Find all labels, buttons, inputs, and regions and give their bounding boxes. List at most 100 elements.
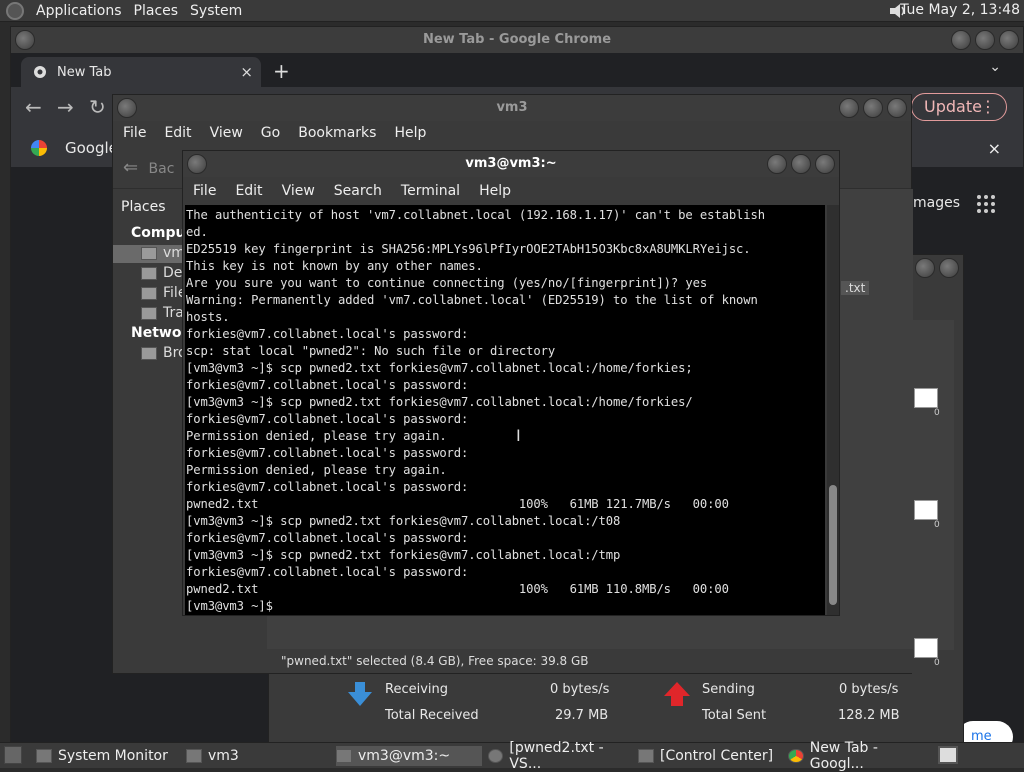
menu-view[interactable]: View [282, 183, 315, 199]
desktop-folder-icon [141, 266, 157, 280]
chrome-icon [34, 66, 46, 78]
more-menu-icon[interactable]: ⋮ [980, 94, 996, 120]
taskbar-chrome[interactable]: New Tab - Googl... [788, 740, 934, 772]
window-menu-icon[interactable] [187, 154, 207, 174]
close-button[interactable] [887, 98, 907, 118]
clock[interactable]: Tue May 2, 13:48 [900, 2, 1020, 18]
receiving-label: Receiving [385, 682, 449, 697]
maximize-button[interactable] [975, 30, 995, 50]
taskbar-terminal[interactable]: vm3@vm3:~ [336, 746, 482, 766]
terminal-line: forkies@vm7.collabnet.local's password: [186, 378, 469, 392]
update-button[interactable]: Update ⋮ [911, 93, 1007, 121]
close-button[interactable] [999, 30, 1019, 50]
menu-search[interactable]: Search [334, 183, 382, 199]
minimize-button[interactable] [839, 98, 859, 118]
receiving-arrow-icon [348, 682, 372, 706]
total-received-value: 29.7 MB [555, 708, 609, 723]
menu-go[interactable]: Go [261, 125, 280, 141]
gnome-menu-icon[interactable] [6, 1, 24, 20]
taskbar-control-center[interactable]: [Control Center] [638, 746, 784, 766]
terminal-line: The authenticity of host 'vm7.collabnet.… [186, 208, 766, 222]
sidebar-header[interactable]: Places [121, 199, 166, 215]
bookmark-close-icon[interactable]: × [988, 139, 1001, 158]
menu-bookmarks[interactable]: Bookmarks [298, 125, 376, 141]
sysmon-window-controls [915, 258, 959, 278]
control-center-icon [638, 749, 654, 763]
minimize-button[interactable] [767, 154, 787, 174]
back-button[interactable]: ⇐ Bac [123, 157, 174, 178]
sending-label: Sending [702, 682, 755, 697]
terminal-prompt: [vm3@vm3 ~]$ [186, 599, 281, 613]
task-label: [Control Center] [660, 748, 774, 764]
text-cursor-icon: I [516, 426, 521, 445]
new-tab-button[interactable]: + [273, 59, 290, 83]
taskbar-system-monitor[interactable]: System Monitor [36, 746, 176, 766]
menu-file[interactable]: File [123, 125, 146, 141]
home-folder-icon [141, 246, 157, 260]
maximize-button[interactable] [939, 258, 959, 278]
tab-close-icon[interactable]: × [240, 63, 253, 81]
vscode-icon [488, 749, 504, 763]
menu-terminal[interactable]: Terminal [401, 183, 460, 199]
menu-edit[interactable]: Edit [235, 183, 262, 199]
tab-search-button[interactable]: ⌄ [989, 59, 1001, 75]
mini-graph [914, 388, 938, 408]
window-menu-icon[interactable] [15, 30, 35, 50]
terminal-output[interactable]: The authenticity of host 'vm7.collabnet.… [185, 205, 825, 615]
applications-menu[interactable]: Applications [36, 3, 122, 19]
reload-icon[interactable]: ↻ [89, 95, 106, 119]
close-button[interactable] [815, 154, 835, 174]
terminal-line: Permission denied, please try again. [186, 463, 447, 477]
taskbar-vscode[interactable]: [pwned2.txt - VS... [488, 740, 634, 772]
mini-graph [914, 500, 938, 520]
graph-zero-label: 0 [934, 658, 940, 668]
menu-help[interactable]: Help [394, 125, 426, 141]
sidebar-item-filesystem[interactable]: File [141, 285, 186, 301]
term-window-controls [767, 154, 835, 174]
chrome-titlebar[interactable]: New Tab - Google Chrome [11, 27, 1023, 53]
menu-view[interactable]: View [210, 125, 243, 141]
images-link[interactable]: mages [913, 195, 960, 211]
forward-arrow-icon[interactable]: → [57, 95, 74, 119]
menu-edit[interactable]: Edit [164, 125, 191, 141]
menu-file[interactable]: File [193, 183, 216, 199]
taskbar-file-manager[interactable]: vm3 [186, 746, 326, 766]
system-menu[interactable]: System [190, 3, 242, 19]
places-menu[interactable]: Places [134, 3, 179, 19]
update-label: Update [924, 97, 982, 116]
terminal-titlebar[interactable]: vm3@vm3:~ [183, 151, 839, 177]
sending-value: 0 bytes/s [839, 682, 899, 697]
window-menu-icon[interactable] [117, 98, 137, 118]
show-desktop-icon[interactable] [4, 746, 22, 764]
file-label[interactable]: .txt [841, 281, 870, 295]
sidebar-item-browse-network[interactable]: Bro [141, 345, 187, 361]
menu-help[interactable]: Help [479, 183, 511, 199]
network-icon [141, 346, 157, 360]
fm-window-menu [117, 98, 137, 118]
minimize-button[interactable] [915, 258, 935, 278]
maximize-button[interactable] [791, 154, 811, 174]
chrome-icon [788, 749, 804, 763]
task-label: System Monitor [58, 748, 168, 764]
bookmark-google[interactable]: Google [65, 139, 118, 157]
minimize-button[interactable] [951, 30, 971, 50]
workspace-switcher[interactable] [938, 746, 958, 764]
task-label: [pwned2.txt - VS... [509, 740, 604, 772]
file-manager-titlebar[interactable]: vm3 [113, 95, 911, 121]
top-panel: Applications Places System Tue May 2, 13… [0, 0, 1024, 22]
tab-title: New Tab [57, 64, 112, 80]
total-sent-value: 128.2 MB [838, 708, 900, 723]
back-arrow-icon[interactable]: ← [25, 95, 42, 119]
drive-icon [141, 286, 157, 300]
tab-new-tab[interactable]: New Tab × [21, 57, 261, 87]
terminal-line: [vm3@vm3 ~]$ scp pwned2.txt forkies@vm7.… [186, 514, 621, 528]
scrollbar-thumb[interactable] [829, 485, 837, 605]
total-sent-label: Total Sent [702, 708, 767, 723]
back-arrow-icon: ⇐ [123, 157, 139, 178]
graph-zero-label: 0 [934, 408, 940, 418]
terminal-line: [vm3@vm3 ~]$ scp pwned2.txt forkies@vm7.… [186, 361, 693, 375]
terminal-line: forkies@vm7.collabnet.local's password: [186, 531, 469, 545]
maximize-button[interactable] [863, 98, 883, 118]
terminal-line: forkies@vm7.collabnet.local's password: [186, 412, 469, 426]
apps-grid-icon[interactable] [977, 195, 995, 213]
